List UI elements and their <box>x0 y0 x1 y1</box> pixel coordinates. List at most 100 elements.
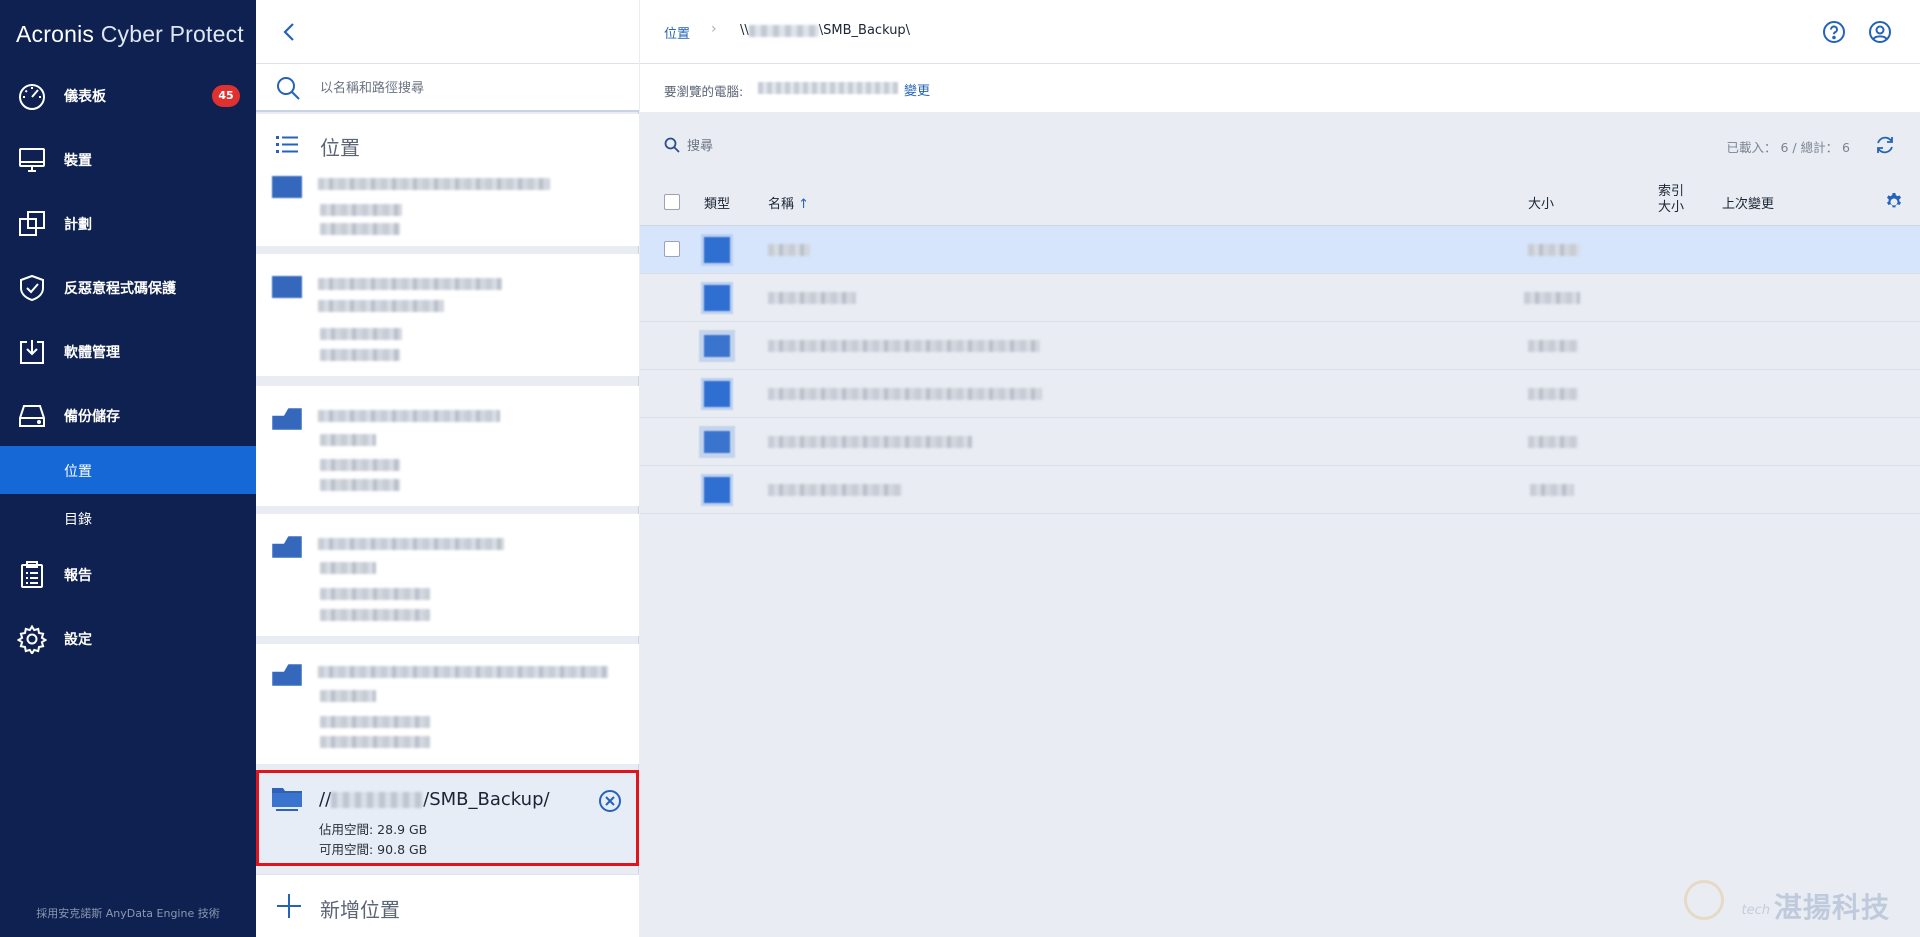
redacted-text <box>1524 292 1580 304</box>
help-icon[interactable] <box>1822 20 1846 44</box>
redacted-text <box>318 178 550 190</box>
location-card[interactable] <box>256 176 639 246</box>
search-icon <box>664 137 680 157</box>
monitor-icon <box>16 144 48 176</box>
user-account-icon[interactable] <box>1868 20 1892 44</box>
column-index-size-line2: 大小 <box>1658 200 1685 215</box>
redacted-text <box>768 388 1042 400</box>
powered-by-text: 採用安克諾斯 AnyData Engine 技術 <box>36 907 220 920</box>
redacted-text <box>320 736 430 748</box>
cloud-icon <box>272 664 302 686</box>
redacted-text <box>758 82 898 94</box>
gear-icon <box>16 623 48 655</box>
add-location-button[interactable]: 新增位置 <box>256 874 639 937</box>
breadcrumb-separator-icon: › <box>711 21 717 37</box>
column-name-label: 名稱 <box>768 197 795 212</box>
redacted-text <box>1528 388 1578 400</box>
nav-reports[interactable]: 報告 <box>0 551 256 599</box>
row-checkbox[interactable] <box>664 241 680 257</box>
table-row[interactable] <box>640 274 1920 322</box>
folder-icon <box>272 276 302 298</box>
redacted-text <box>318 278 502 290</box>
free-space: 可用空間: 90.8 GB <box>319 842 428 857</box>
location-card[interactable] <box>256 386 639 506</box>
redacted-text <box>768 484 902 496</box>
redacted-text <box>318 666 608 678</box>
backup-search-input[interactable] <box>687 136 907 156</box>
nav-backup-storage[interactable]: 備份儲存 <box>0 392 256 440</box>
location-card[interactable] <box>256 514 639 636</box>
redacted-text <box>748 24 819 37</box>
nav-backup-storage-label: 備份儲存 <box>64 409 120 425</box>
main-content: 位置 › \\ \SMB_Backup\ 要瀏覽的電腦: 變更 已載入： 6 / … <box>640 0 1920 937</box>
location-search-bar <box>256 64 639 112</box>
location-name-prefix: // <box>319 789 332 810</box>
nav-plans[interactable]: 計劃 <box>0 200 256 248</box>
column-last-modified[interactable]: 上次變更 <box>1722 193 1774 212</box>
report-clipboard-icon <box>16 559 48 591</box>
subnav-catalog-label: 目錄 <box>64 512 92 528</box>
shield-check-icon <box>16 272 48 304</box>
backup-search <box>664 136 924 156</box>
redacted-text <box>320 479 400 491</box>
redacted-text <box>1530 484 1574 496</box>
redacted-text <box>320 434 376 446</box>
brand-main: Acronis <box>16 21 95 47</box>
top-bar: 位置 › \\ \SMB_Backup\ <box>640 0 1920 64</box>
remove-location-icon[interactable] <box>598 789 622 813</box>
path-prefix: \\ <box>740 23 749 38</box>
path-suffix: \SMB_Backup\ <box>818 23 911 38</box>
redacted-text <box>318 300 444 312</box>
refresh-icon[interactable] <box>1874 134 1896 156</box>
sort-ascending-icon: ↑ <box>798 197 810 212</box>
table-row[interactable] <box>640 418 1920 466</box>
nav-dashboard[interactable]: 儀表板 45 <box>0 72 256 120</box>
nav-software-management[interactable]: 軟體管理 <box>0 328 256 376</box>
redacted-text <box>768 292 856 304</box>
column-settings-gear-icon[interactable] <box>1884 192 1904 212</box>
column-type[interactable]: 類型 <box>704 193 730 212</box>
redacted-text <box>320 588 430 600</box>
brand-sub: Cyber Protect <box>100 21 244 47</box>
locations-title-bar: 位置 <box>256 114 639 176</box>
back-arrow-icon[interactable] <box>276 18 304 46</box>
machine-to-browse-label: 要瀏覽的電腦: <box>664 84 744 99</box>
nav-antimalware[interactable]: 反惡意程式碼保護 <box>0 264 256 312</box>
table-row[interactable] <box>640 370 1920 418</box>
table-row[interactable] <box>640 322 1920 370</box>
redacted-text <box>320 349 400 361</box>
location-name-suffix: /SMB_Backup/ <box>423 789 550 810</box>
nav-devices[interactable]: 裝置 <box>0 136 256 184</box>
location-card[interactable] <box>256 644 639 764</box>
plans-icon <box>16 208 48 240</box>
select-all-checkbox[interactable] <box>664 194 680 210</box>
selected-location-card[interactable]: // /SMB_Backup/ 佔用空間: 28.9 GB 可用空間: 90.8 … <box>256 770 639 866</box>
column-size[interactable]: 大小 <box>1528 193 1554 212</box>
list-icon <box>276 134 300 160</box>
location-search-input[interactable] <box>320 76 620 100</box>
nav-reports-label: 報告 <box>64 568 92 584</box>
occupied-space: 佔用空間: 28.9 GB <box>319 822 428 837</box>
watermark-text: 湛揚科技 <box>1773 891 1890 924</box>
column-index-size[interactable]: 索引 大小 <box>1658 184 1684 216</box>
nav-plans-label: 計劃 <box>64 217 92 233</box>
subnav-catalog[interactable]: 目錄 <box>0 494 256 542</box>
nav-settings[interactable]: 設定 <box>0 615 256 663</box>
location-card[interactable] <box>256 254 639 376</box>
breadcrumb-locations[interactable]: 位置 <box>664 23 690 42</box>
redacted-text <box>320 459 400 471</box>
table-row[interactable] <box>640 226 1920 274</box>
nav-antimalware-label: 反惡意程式碼保護 <box>64 281 176 297</box>
change-machine-link[interactable]: 變更 <box>904 80 930 99</box>
machine-backup-icon <box>704 381 730 407</box>
network-folder-icon <box>272 785 302 811</box>
redacted-text <box>320 223 400 235</box>
subnav-locations[interactable]: 位置 <box>0 446 256 494</box>
nav-devices-label: 裝置 <box>64 153 92 169</box>
software-download-icon <box>16 336 48 368</box>
redacted-text <box>1528 244 1580 256</box>
table-row[interactable] <box>640 466 1920 514</box>
column-name[interactable]: 名稱 ↑ <box>768 193 809 212</box>
redacted-text <box>320 204 402 216</box>
nav-dashboard-label: 儀表板 <box>64 89 106 105</box>
